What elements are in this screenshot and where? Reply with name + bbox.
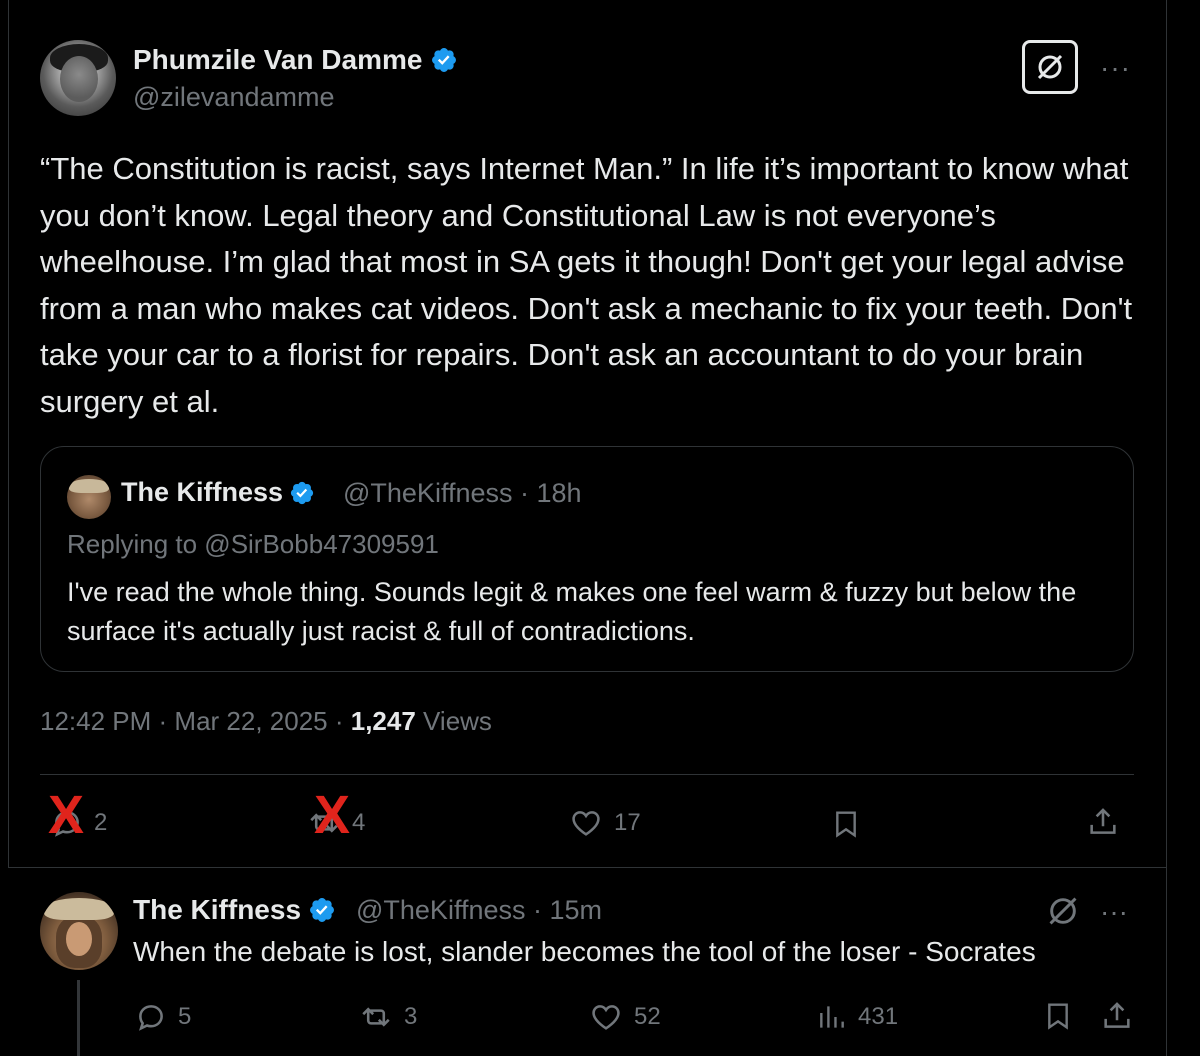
strike-mark-replies: X bbox=[48, 785, 85, 845]
bookmark-icon bbox=[836, 811, 856, 838]
like-button[interactable]: 52 bbox=[588, 1000, 661, 1034]
more-options-icon[interactable]: ··· bbox=[1100, 52, 1131, 84]
quoted-avatar bbox=[67, 475, 111, 519]
more-options-icon[interactable]: ··· bbox=[1100, 896, 1128, 928]
like-button[interactable]: 17 bbox=[568, 806, 641, 840]
repost-count: 3 bbox=[404, 1003, 418, 1030]
column-border-left bbox=[8, 0, 9, 868]
strike-mark-reposts: X bbox=[314, 785, 351, 845]
heart-icon bbox=[592, 1005, 620, 1030]
quoted-author-handle: @TheKiffness bbox=[343, 478, 513, 508]
views-button[interactable]: 431 bbox=[816, 1000, 898, 1034]
tweet-time[interactable]: 12:42 PM bbox=[40, 706, 151, 736]
verified-badge-icon bbox=[290, 481, 314, 504]
quoted-text: I've read the whole thing. Sounds legit … bbox=[67, 577, 1077, 646]
reply-meta: @TheKiffness · 15m bbox=[356, 895, 602, 926]
verified-badge-icon bbox=[432, 48, 457, 72]
verified-badge-icon bbox=[310, 898, 334, 922]
reply-author-name[interactable]: The Kiffness bbox=[133, 894, 336, 926]
reply-age[interactable]: 15m bbox=[550, 895, 603, 925]
share-button[interactable] bbox=[1100, 998, 1134, 1034]
grok-button[interactable] bbox=[1022, 40, 1078, 94]
like-count: 17 bbox=[614, 809, 641, 836]
bookmark-button[interactable] bbox=[830, 806, 862, 842]
meta-dot: · bbox=[533, 895, 550, 925]
tweet-text: “The Constitution is racist, says Intern… bbox=[40, 151, 1141, 419]
repost-count: 4 bbox=[352, 809, 366, 836]
repost-icon bbox=[362, 1007, 390, 1027]
tweet-timestamp[interactable]: 12:42 PM · Mar 22, 2025 · 1,247 Views bbox=[40, 706, 492, 737]
quoted-replying-to: Replying to @SirBobb47309591 bbox=[67, 529, 439, 559]
quoted-author-name-text: The Kiffness bbox=[121, 477, 284, 507]
share-icon bbox=[1104, 1002, 1130, 1028]
tweet-date[interactable]: Mar 22, 2025 bbox=[174, 706, 327, 736]
column-border-right bbox=[1166, 0, 1167, 1056]
meta-dot: · bbox=[327, 706, 351, 736]
divider bbox=[8, 867, 1166, 868]
quoted-author-name: The Kiffness bbox=[121, 477, 315, 508]
reply-author-name-text[interactable]: The Kiffness bbox=[133, 894, 301, 926]
share-button[interactable] bbox=[1086, 804, 1120, 840]
reply-button[interactable]: 5 bbox=[134, 1000, 191, 1034]
quoted-age: 18h bbox=[536, 478, 582, 508]
author-name-text[interactable]: Phumzile Van Damme bbox=[133, 44, 422, 76]
views-label: Views bbox=[423, 706, 492, 736]
author-name[interactable]: Phumzile Van Damme bbox=[133, 44, 458, 76]
divider bbox=[40, 774, 1134, 775]
views-chart-icon bbox=[820, 1006, 844, 1028]
bookmark-button[interactable] bbox=[1042, 998, 1074, 1034]
views-count: 1,247 bbox=[350, 706, 416, 736]
tweet-thread: Phumzile Van Damme @zilevandamme ··· “Th… bbox=[0, 0, 1200, 1056]
grok-icon bbox=[1049, 897, 1077, 925]
reply-avatar[interactable] bbox=[40, 892, 118, 970]
reply-count: 5 bbox=[178, 1003, 192, 1030]
avatar[interactable] bbox=[40, 40, 116, 116]
repost-button[interactable]: 3 bbox=[358, 1000, 417, 1034]
quoted-meta: @TheKiffness · 18h bbox=[343, 478, 582, 509]
author-handle[interactable]: @zilevandamme bbox=[133, 82, 335, 113]
like-count: 52 bbox=[634, 1003, 661, 1030]
grok-icon bbox=[1037, 54, 1063, 80]
meta-dot: · bbox=[151, 706, 175, 736]
meta-dot: · bbox=[520, 478, 537, 508]
bookmark-icon bbox=[1048, 1003, 1068, 1030]
reply-text: When the debate is lost, slander becomes… bbox=[133, 936, 1036, 967]
grok-button[interactable] bbox=[1046, 894, 1080, 933]
share-icon bbox=[1090, 808, 1116, 834]
thread-line bbox=[77, 980, 80, 1056]
reply-author-handle[interactable]: @TheKiffness bbox=[356, 895, 526, 925]
reply-icon bbox=[139, 1005, 163, 1031]
reply-count: 2 bbox=[94, 809, 108, 836]
views-count: 431 bbox=[858, 1003, 899, 1030]
heart-icon bbox=[572, 811, 600, 836]
quoted-tweet-card[interactable]: The Kiffness @TheKiffness · 18h Replying… bbox=[40, 446, 1134, 672]
